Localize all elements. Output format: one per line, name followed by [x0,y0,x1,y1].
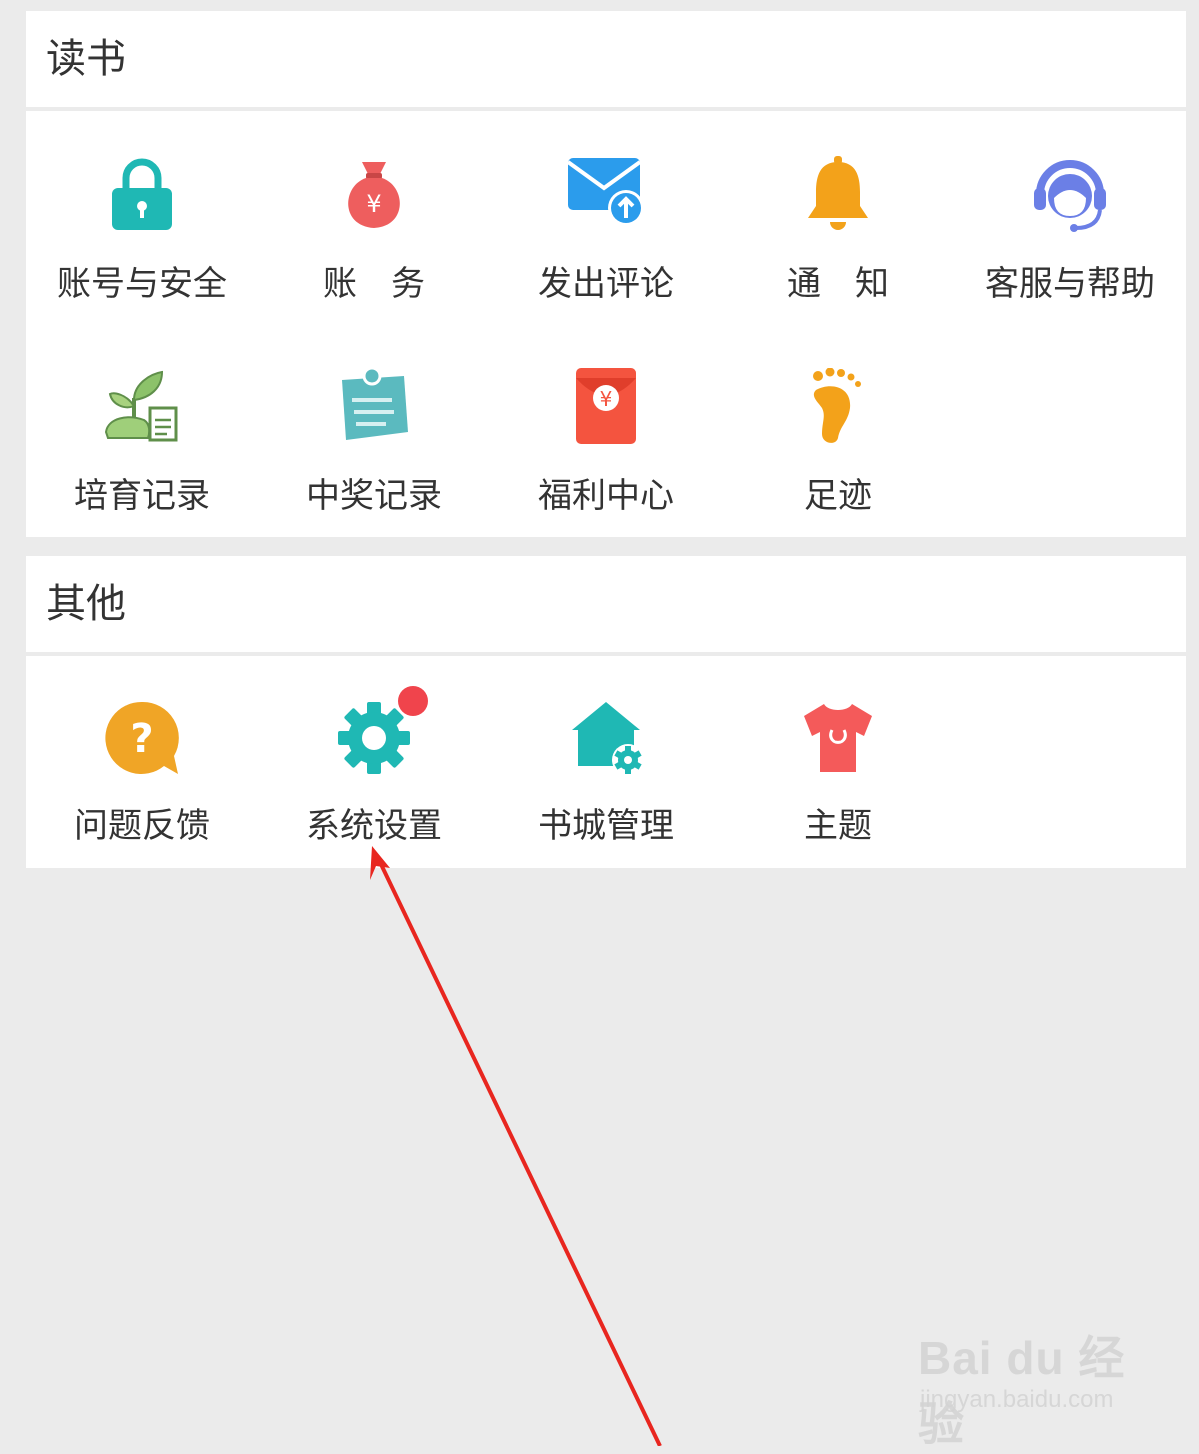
item-label: 中奖记录 [306,476,442,516]
red-envelope-icon: ¥ [568,368,644,444]
baidu-watermark: Bai du 经验 jingyan.baidu.com [918,1322,1148,1450]
svg-text:¥: ¥ [366,190,381,218]
item-label: 福利中心 [538,476,674,516]
padlock-icon [104,156,180,232]
cultivation-record-item[interactable]: 培育记录 [26,368,258,528]
section-header-reading: 读书 [26,11,1186,107]
item-label: 通 知 [787,264,889,304]
prize-record-item[interactable]: 中奖记录 [258,368,490,528]
item-label: 账号与安全 [57,264,227,304]
headset-support-icon [1032,156,1108,232]
money-bag-icon: ¥ [336,156,412,232]
item-label: 足迹 [804,476,872,516]
notification-item[interactable]: 通 知 [722,156,954,316]
item-label: 账 务 [323,264,425,304]
clipboard-note-icon [336,368,412,444]
item-label: 培育记录 [74,476,210,516]
account-security-item[interactable]: 账号与安全 [26,156,258,316]
item-label: 客服与帮助 [985,264,1155,304]
welfare-center-item[interactable]: ¥ 福利中心 [490,368,722,528]
house-gear-icon [568,700,644,776]
item-label: 主题 [804,806,872,846]
section-title-reading: 读书 [46,36,126,82]
post-comment-item[interactable]: 发出评论 [490,156,722,316]
item-label: 系统设置 [306,806,442,846]
customer-service-item[interactable]: 客服与帮助 [954,156,1186,316]
theme-item[interactable]: 主题 [722,698,954,858]
bell-icon [800,156,876,232]
sprout-icon [104,368,180,444]
watermark-url: jingyan.baidu.com [920,1386,1114,1413]
notification-badge [398,686,428,716]
footprint-item[interactable]: 足迹 [722,368,954,528]
bookstore-management-item[interactable]: 书城管理 [490,698,722,858]
svg-text:¥: ¥ [600,387,613,411]
svg-text:?: ? [130,716,153,762]
finance-item[interactable]: ¥ 账 务 [258,156,490,316]
section-title-other: 其他 [46,581,126,627]
tshirt-icon [800,700,876,776]
footprint-icon [800,368,876,444]
feedback-item[interactable]: ? 问题反馈 [26,698,258,858]
gear-icon [336,700,412,776]
item-label: 问题反馈 [74,806,210,846]
item-label: 书城管理 [538,806,674,846]
item-label: 发出评论 [538,264,674,304]
question-bubble-icon: ? [104,700,180,776]
mail-upload-icon [568,156,644,232]
system-settings-item[interactable]: 系统设置 [258,686,490,858]
section-header-other: 其他 [26,556,1186,652]
